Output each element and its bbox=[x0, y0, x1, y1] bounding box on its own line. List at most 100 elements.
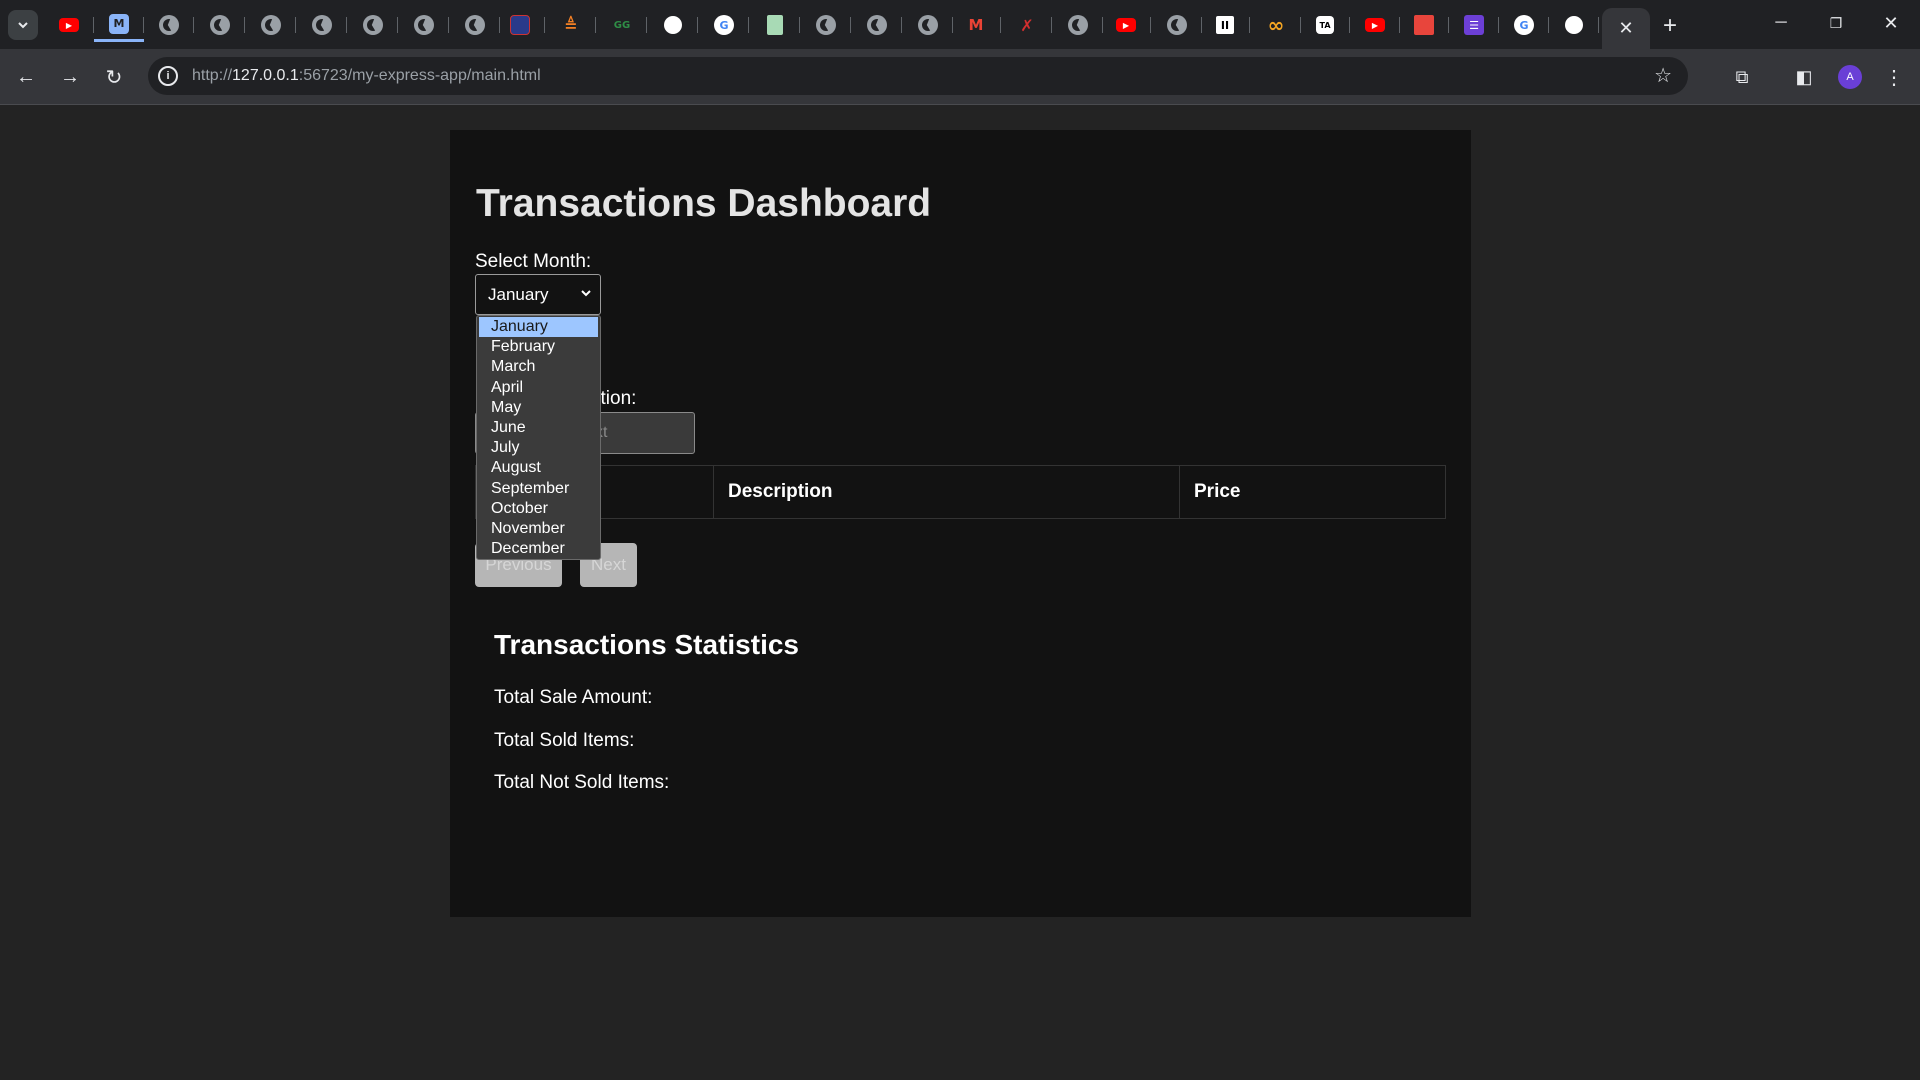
tab-globe-12[interactable] bbox=[1152, 8, 1202, 42]
globe-icon bbox=[312, 15, 332, 35]
tab-google-1[interactable]: G bbox=[699, 8, 749, 42]
globe-icon bbox=[261, 15, 281, 35]
chevron-down-icon bbox=[581, 290, 591, 297]
github-icon bbox=[1565, 16, 1583, 34]
tab-list[interactable]: ☰ bbox=[1449, 8, 1499, 42]
tab-figure[interactable]: ✗ bbox=[1002, 8, 1052, 42]
tab-gfg[interactable]: GG bbox=[597, 8, 647, 42]
globe-icon bbox=[918, 15, 938, 35]
stats-title: Transactions Statistics bbox=[494, 629, 800, 660]
reload-icon: ↻ bbox=[105, 66, 123, 89]
page-viewport: Transactions Dashboard Select Month: Jan… bbox=[0, 106, 1920, 1080]
month-option[interactable]: June bbox=[477, 418, 600, 438]
tab-globe-8[interactable] bbox=[801, 8, 851, 42]
close-tab-icon[interactable]: ✕ bbox=[1618, 18, 1633, 39]
forward-button[interactable]: → bbox=[54, 61, 86, 93]
ta-icon: TA bbox=[1316, 16, 1334, 34]
globe-icon bbox=[1068, 15, 1088, 35]
globe-icon bbox=[210, 15, 230, 35]
tab-youtube-2[interactable]: ▶ bbox=[1101, 8, 1151, 42]
tab-pause[interactable]: II bbox=[1200, 8, 1250, 42]
tab-globe-6[interactable] bbox=[399, 8, 449, 42]
month-option[interactable]: March bbox=[477, 357, 600, 377]
tab-stack[interactable]: ≜ bbox=[546, 8, 596, 42]
pause-icon: II bbox=[1216, 16, 1234, 34]
month-option[interactable]: May bbox=[477, 398, 600, 418]
stat-total-not-sold: Total Not Sold Items: bbox=[494, 772, 670, 793]
figure-icon: ✗ bbox=[1020, 15, 1034, 35]
tab-globe-1[interactable] bbox=[144, 8, 194, 42]
tab-globe-5[interactable] bbox=[348, 8, 398, 42]
m-app-icon: M bbox=[109, 13, 129, 34]
month-option[interactable]: July bbox=[477, 438, 600, 458]
tab-m-app[interactable]: M bbox=[94, 8, 144, 42]
globe-icon bbox=[414, 15, 434, 35]
tab-globe-9[interactable] bbox=[852, 8, 902, 42]
minimize-button[interactable]: ─ bbox=[1758, 8, 1804, 38]
url-text[interactable]: http://127.0.0.1:56723/my-express-app/ma… bbox=[192, 67, 541, 85]
month-option[interactable]: January bbox=[479, 317, 598, 338]
github-icon bbox=[664, 16, 682, 34]
globe-icon bbox=[159, 15, 179, 35]
tab-sheets[interactable] bbox=[750, 8, 800, 42]
tab-github-1[interactable] bbox=[648, 8, 698, 42]
globe-icon bbox=[363, 15, 383, 35]
tab-infinity[interactable]: ∞ bbox=[1251, 8, 1301, 42]
side-panel-icon[interactable]: ◧ bbox=[1788, 61, 1820, 93]
month-option[interactable]: February bbox=[477, 337, 600, 357]
restore-button[interactable]: ❐ bbox=[1813, 8, 1859, 38]
pdf-icon bbox=[1414, 15, 1434, 35]
tab-github-2[interactable] bbox=[1549, 8, 1599, 42]
month-option[interactable]: April bbox=[477, 378, 600, 398]
arrow-left-icon: ← bbox=[16, 65, 36, 88]
tab-search-button[interactable] bbox=[8, 10, 38, 40]
tab-active[interactable]: ✕ bbox=[1602, 8, 1650, 49]
month-option[interactable]: October bbox=[477, 499, 600, 519]
tab-globe-4[interactable] bbox=[297, 8, 347, 42]
stat-total-sale: Total Sale Amount: bbox=[494, 687, 653, 708]
month-option[interactable]: December bbox=[477, 539, 600, 559]
infinity-icon: ∞ bbox=[1267, 13, 1285, 37]
tab-pdf[interactable] bbox=[1399, 8, 1449, 42]
menu-kebab-icon[interactable]: ⋮ bbox=[1878, 61, 1910, 93]
dashboard-container: Transactions Dashboard Select Month: Jan… bbox=[450, 130, 1471, 917]
month-option[interactable]: August bbox=[477, 458, 600, 478]
tab-news[interactable] bbox=[495, 8, 545, 42]
tab-gmail[interactable]: M bbox=[951, 8, 1001, 42]
month-dropdown-list[interactable]: January February March April May June July Augu… bbox=[476, 315, 601, 560]
new-tab-button[interactable]: + bbox=[1656, 12, 1684, 40]
stack-icon: ≜ bbox=[564, 15, 578, 35]
tab-globe-7[interactable] bbox=[450, 8, 500, 42]
tab-youtube-3[interactable]: ▶ bbox=[1350, 8, 1400, 42]
google-icon: G bbox=[714, 15, 734, 35]
month-option[interactable]: November bbox=[477, 519, 600, 539]
tab-ta[interactable]: TA bbox=[1300, 8, 1350, 42]
close-window-button[interactable]: ✕ bbox=[1868, 8, 1914, 38]
list-icon: ☰ bbox=[1464, 15, 1484, 35]
address-bar[interactable]: i http://127.0.0.1:56723/my-express-app/… bbox=[148, 57, 1688, 95]
month-select[interactable]: January bbox=[475, 274, 601, 315]
tab-globe-3[interactable] bbox=[246, 8, 296, 42]
tab-google-2[interactable]: G bbox=[1499, 8, 1549, 42]
extensions-icon[interactable]: ⧉ bbox=[1726, 61, 1758, 93]
stat-total-sold: Total Sold Items: bbox=[494, 730, 635, 751]
bookmark-star-icon[interactable]: ☆ bbox=[1654, 63, 1672, 88]
youtube-icon: ▶ bbox=[1365, 18, 1385, 32]
month-select-value: January bbox=[488, 284, 549, 304]
tab-globe-10[interactable] bbox=[903, 8, 953, 42]
tab-globe-2[interactable] bbox=[195, 8, 245, 42]
avatar[interactable]: A bbox=[1838, 65, 1862, 89]
table-header-price: Price bbox=[1194, 481, 1241, 502]
month-option[interactable]: September bbox=[477, 479, 600, 499]
site-info-icon[interactable]: i bbox=[158, 66, 178, 86]
reload-button[interactable]: ↻ bbox=[98, 61, 130, 93]
table-header-description: Description bbox=[714, 466, 1180, 518]
tab-youtube[interactable]: ▶ bbox=[44, 8, 94, 42]
browser-toolbar: ← → ↻ i http://127.0.0.1:56723/my-expres… bbox=[0, 49, 1920, 105]
transactions-table: Description Price bbox=[475, 465, 1446, 519]
globe-icon bbox=[816, 15, 836, 35]
tab-globe-11[interactable] bbox=[1053, 8, 1103, 42]
back-button[interactable]: ← bbox=[10, 61, 42, 93]
news-icon bbox=[510, 15, 530, 35]
chevron-down-icon bbox=[18, 22, 28, 29]
